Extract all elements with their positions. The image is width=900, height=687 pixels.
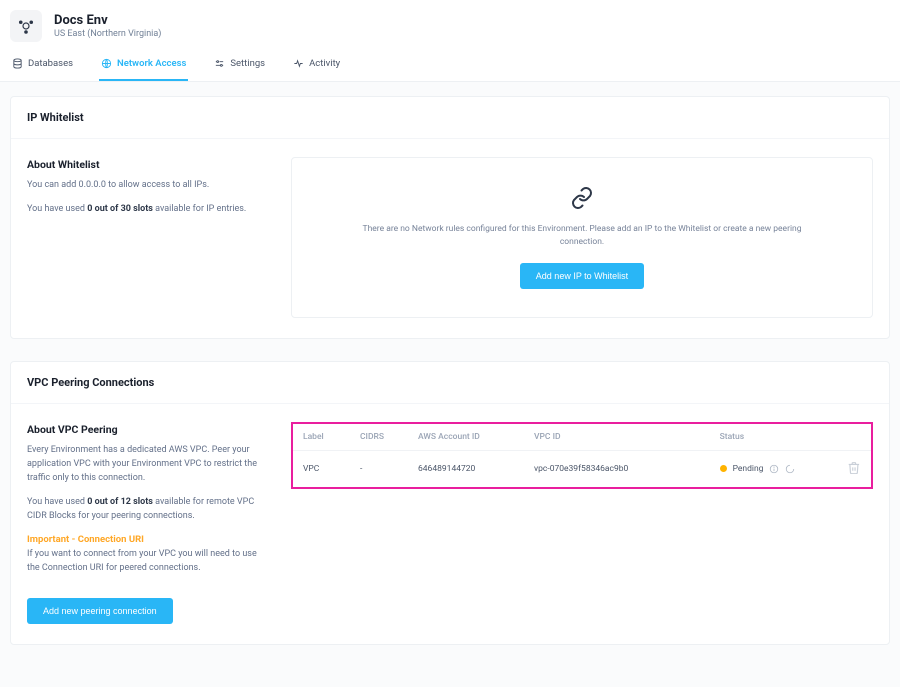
card-title: IP Whitelist (11, 97, 889, 139)
network-icon (101, 58, 112, 69)
whitelist-about: About Whitelist You can add 0.0.0.0 to a… (27, 157, 267, 318)
cell-account: 646489144720 (408, 450, 524, 488)
cell-label: VPC (292, 450, 350, 488)
delete-icon[interactable] (847, 467, 861, 477)
tab-label: Databases (28, 58, 73, 69)
table-row[interactable]: VPC - 646489144720 vpc-070e39f58346ac9b0… (292, 450, 872, 488)
col-vpcid: VPC ID (524, 423, 710, 451)
cell-status: Pending (710, 450, 838, 488)
tab-settings[interactable]: Settings (212, 50, 267, 81)
vpc-slots-text: You have used 0 out of 12 slots availabl… (27, 496, 267, 524)
vpc-table: Label CIDRS AWS Account ID VPC ID Status… (291, 422, 873, 490)
vpc-about: About VPC Peering Every Environment has … (27, 422, 267, 625)
status-dot-icon (720, 465, 727, 472)
tab-label: Activity (309, 58, 340, 69)
tab-databases[interactable]: Databases (10, 50, 75, 81)
tab-label: Settings (230, 58, 265, 69)
about-text: Every Environment has a dedicated AWS VP… (27, 444, 267, 486)
vpc-highlighted-region: Label CIDRS AWS Account ID VPC ID Status… (292, 423, 872, 489)
env-logo-icon (10, 10, 42, 42)
col-account: AWS Account ID (408, 423, 524, 451)
status-text: Pending (733, 464, 764, 474)
whitelist-empty-panel: There are no Network rules configured fo… (291, 157, 873, 318)
tab-activity[interactable]: Activity (291, 50, 342, 81)
cell-vpcid: vpc-070e39f58346ac9b0 (524, 450, 710, 488)
tab-network-access[interactable]: Network Access (99, 50, 188, 81)
spinner-icon (785, 464, 795, 474)
about-heading: About VPC Peering (27, 422, 267, 438)
vpc-warning-text: If you want to connect from your VPC you… (27, 549, 257, 573)
link-icon (570, 186, 594, 213)
tab-bar: Databases Network Access Settings Activi… (0, 50, 900, 82)
env-name: Docs Env (54, 13, 161, 28)
add-peering-button[interactable]: Add new peering connection (27, 598, 173, 624)
database-icon (12, 58, 23, 69)
about-slots-text: You have used 0 out of 30 slots availabl… (27, 203, 267, 217)
add-ip-button[interactable]: Add new IP to Whitelist (520, 263, 644, 289)
about-text: You can add 0.0.0.0 to allow access to a… (27, 179, 267, 193)
vpc-peering-card: VPC Peering Connections About VPC Peerin… (10, 361, 890, 646)
tab-label: Network Access (117, 58, 186, 69)
empty-state-text: There are no Network rules configured fo… (362, 223, 802, 249)
env-region: US East (Northern Virginia) (54, 29, 161, 39)
ip-whitelist-card: IP Whitelist About Whitelist You can add… (10, 96, 890, 339)
vpc-warning-heading: Important - Connection URI (27, 534, 144, 545)
col-label: Label (292, 423, 350, 451)
table-header-row: Label CIDRS AWS Account ID VPC ID Status (292, 423, 872, 451)
activity-icon (293, 58, 304, 69)
cell-cidrs: - (350, 450, 408, 488)
env-header: Docs Env US East (Northern Virginia) (0, 0, 900, 50)
about-heading: About Whitelist (27, 157, 267, 173)
col-cidrs: CIDRS (350, 423, 408, 451)
card-title: VPC Peering Connections (11, 362, 889, 404)
vpc-table-container: Label CIDRS AWS Account ID VPC ID Status… (291, 422, 873, 490)
settings-icon (214, 58, 225, 69)
col-status: Status (710, 423, 838, 451)
info-icon[interactable] (769, 464, 779, 474)
